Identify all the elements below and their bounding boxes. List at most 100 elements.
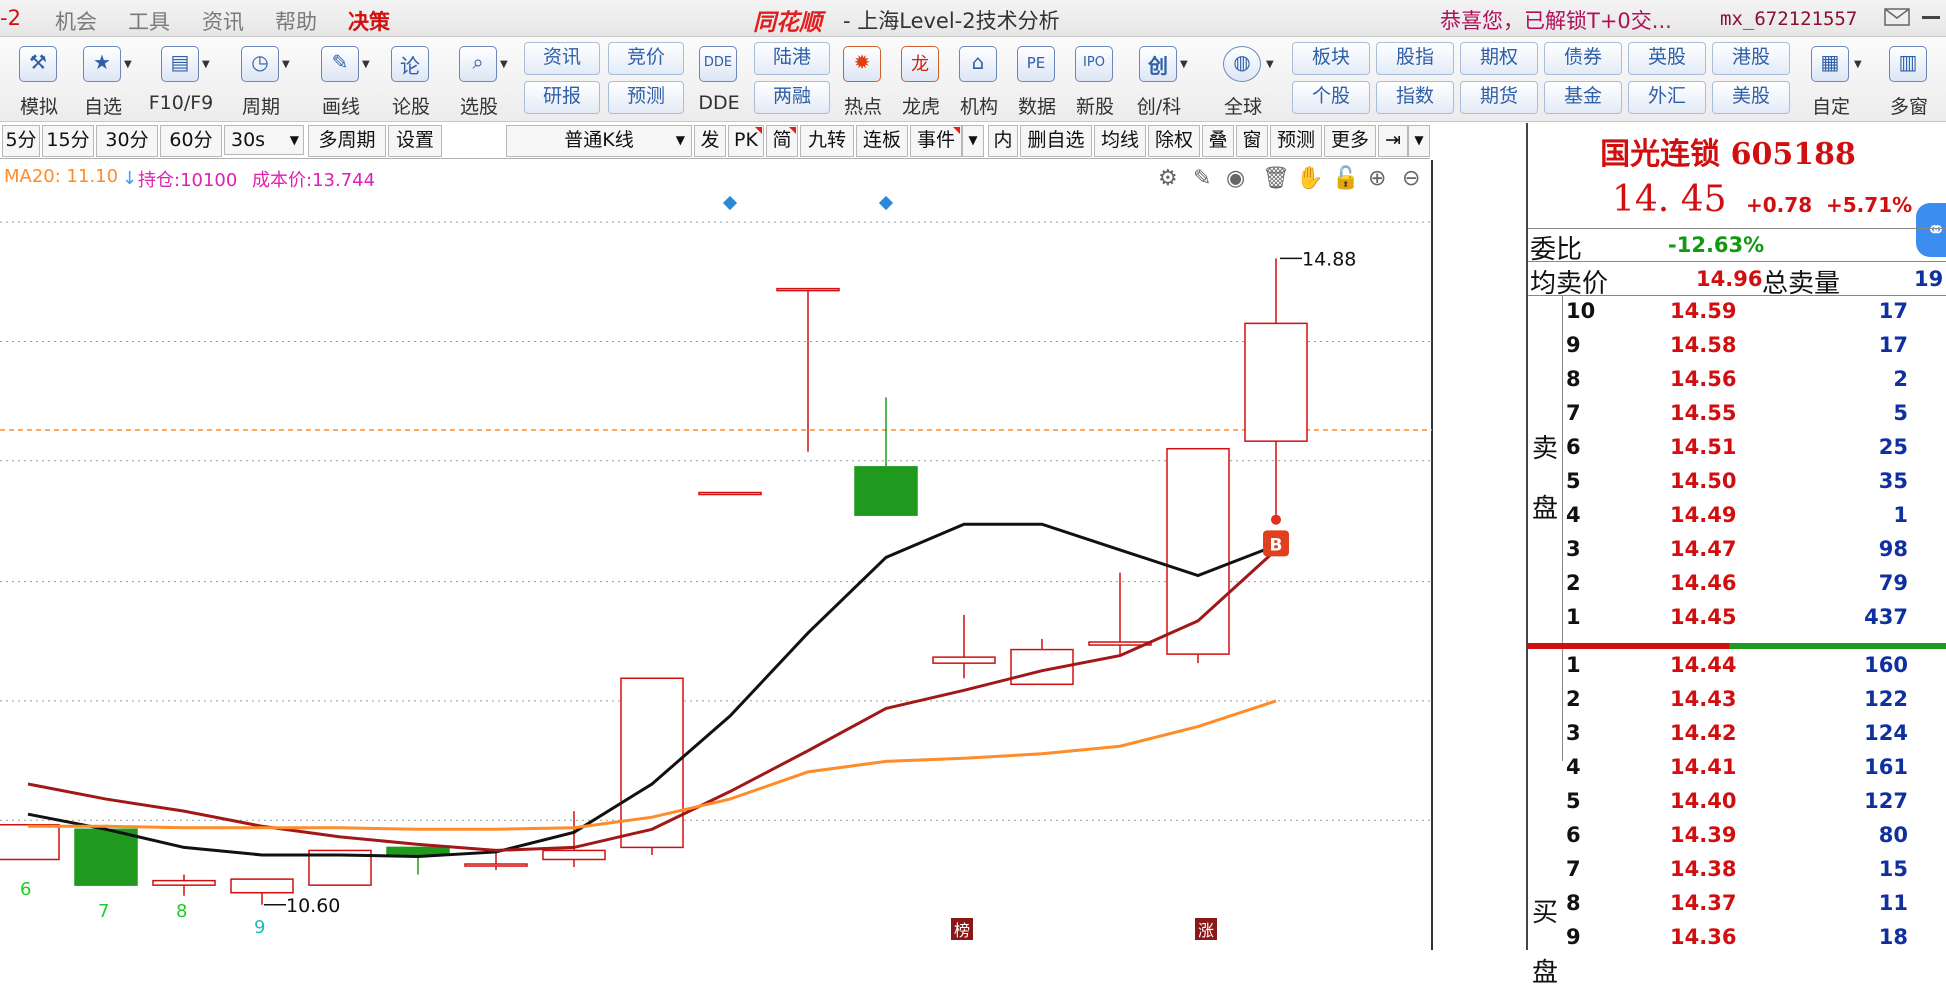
tab-remove-watchlist[interactable]: 删自选 (1020, 125, 1092, 157)
discuss-button[interactable]: 论 论股 (380, 37, 442, 119)
ask-row[interactable]: 8 14.56 2 (1564, 365, 1946, 399)
draw-line-button[interactable]: ✎ 画线 ▼ (310, 37, 372, 119)
tab-inner[interactable]: 内 (988, 125, 1018, 157)
period-5min[interactable]: 5分 (2, 125, 40, 157)
chevron-down-icon[interactable]: ▼ (1854, 59, 1862, 70)
menu-item-help[interactable]: 帮助 (275, 6, 317, 36)
tab-fa[interactable]: 发 (694, 125, 726, 157)
funds-button[interactable]: 基金 (1544, 81, 1622, 114)
tab-overlay[interactable]: 叠 (1202, 125, 1234, 157)
trash-icon[interactable]: 🗑 (1262, 166, 1290, 191)
username[interactable]: mx_672121557 (1720, 8, 1857, 30)
bid-row[interactable]: 3 14.42 124 (1564, 719, 1946, 753)
chevron-down-icon[interactable]: ▼ (124, 59, 132, 70)
multi-period-button[interactable]: 多周期 (308, 125, 386, 157)
zoom-out-icon[interactable]: ⊖ (1402, 166, 1420, 191)
stock-picker-button[interactable]: ⌕ 选股 ▼ (448, 37, 510, 119)
ask-row[interactable]: 2 14.46 79 (1564, 569, 1946, 603)
simulate-button[interactable]: ⚒ 模拟 (8, 37, 70, 119)
chevron-down-icon[interactable]: ▼ (362, 59, 370, 70)
menu-item-tools[interactable]: 工具 (128, 6, 170, 36)
tab-forecast[interactable]: 预测 (1270, 125, 1322, 157)
bid-row[interactable]: 8 14.37 11 (1564, 889, 1946, 923)
eye-icon[interactable]: ◉ (1226, 166, 1245, 191)
bid-row[interactable]: 2 14.43 122 (1564, 685, 1946, 719)
menu-item-2[interactable]: -2 (0, 6, 21, 30)
tab-more[interactable]: 更多 (1324, 125, 1376, 157)
news-button[interactable]: 资讯 (524, 42, 600, 75)
tabs-dropdown[interactable]: ▼ (962, 125, 984, 157)
period-30min[interactable]: 30分 (96, 125, 158, 157)
tab-ex-rights[interactable]: 除权 (1148, 125, 1200, 157)
futures-button[interactable]: 期货 (1460, 81, 1538, 114)
bid-row[interactable]: 9 14.36 18 (1564, 923, 1946, 957)
pen-icon[interactable]: ✎ (1193, 166, 1211, 191)
tab-simple[interactable]: 简 (766, 125, 798, 157)
forex-button[interactable]: 外汇 (1628, 81, 1706, 114)
dde-button[interactable]: DDE DDE (688, 37, 750, 119)
bid-row[interactable]: 7 14.38 15 (1564, 855, 1946, 889)
mail-icon[interactable] (1884, 8, 1910, 26)
hk-stocks-button[interactable]: 港股 (1712, 42, 1790, 75)
ask-row[interactable]: 1 14.45 437 (1564, 603, 1946, 637)
unlock-notice[interactable]: 恭喜您，已解锁T+0交... (1440, 5, 1672, 35)
ask-row[interactable]: 9 14.58 17 (1564, 331, 1946, 365)
bid-row[interactable]: 6 14.39 80 (1564, 821, 1946, 855)
bid-row[interactable]: 1 14.44 160 (1564, 651, 1946, 685)
lock-icon[interactable]: 🔓 (1332, 166, 1359, 191)
ask-row[interactable]: 7 14.55 5 (1564, 399, 1946, 433)
chevron-down-icon[interactable]: ▼ (1266, 59, 1274, 70)
options-button[interactable]: 期权 (1460, 42, 1538, 75)
stock-button[interactable]: 个股 (1292, 81, 1370, 114)
research-button[interactable]: 研报 (524, 81, 600, 114)
period-60min[interactable]: 60分 (160, 125, 222, 157)
chevron-down-icon[interactable]: ▼ (500, 59, 508, 70)
ask-row[interactable]: 10 14.59 17 (1564, 297, 1946, 331)
uk-stocks-button[interactable]: 英股 (1628, 42, 1706, 75)
bonds-button[interactable]: 债券 (1544, 42, 1622, 75)
ask-row[interactable]: 5 14.50 35 (1564, 467, 1946, 501)
ask-row[interactable]: 4 14.49 1 (1564, 501, 1946, 535)
period-15min[interactable]: 15分 (42, 125, 94, 157)
kline-chart[interactable]: 15.1214.3313.5412.7411.9511.1614.8810.60… (0, 160, 1435, 950)
chuangke-button[interactable]: 创 创/科 ▼ (1128, 37, 1190, 119)
us-stocks-button[interactable]: 美股 (1712, 81, 1790, 114)
menu-item-news[interactable]: 资讯 (202, 6, 244, 36)
tab-moving-average[interactable]: 均线 (1094, 125, 1146, 157)
chevron-down-icon[interactable]: ▼ (202, 59, 210, 70)
auction-button[interactable]: 竞价 (608, 42, 684, 75)
menu-item-decision[interactable]: 决策 (348, 6, 390, 36)
pin-right-icon[interactable]: ⇥ (1378, 125, 1408, 157)
hk-connect-button[interactable]: 陆港 (754, 42, 830, 75)
period-button[interactable]: ◷ 周期 ▼ (230, 37, 292, 119)
toolbar-more-dropdown[interactable]: ▼ (1408, 125, 1430, 157)
chevron-down-icon[interactable]: ▼ (282, 59, 290, 70)
watchlist-button[interactable]: ★ 自选 ▼ (72, 37, 134, 119)
index-button[interactable]: 指数 (1376, 81, 1454, 114)
ask-row[interactable]: 6 14.51 25 (1564, 433, 1946, 467)
kline-type-select[interactable]: 普通K线 ▼ (506, 125, 692, 157)
bid-row[interactable]: 4 14.41 161 (1564, 753, 1946, 787)
tab-pk[interactable]: PK (728, 125, 764, 157)
global-button[interactable]: ◍ 全球 ▼ (1212, 37, 1274, 119)
forecast-button[interactable]: 预测 (608, 81, 684, 114)
stock-index-button[interactable]: 股指 (1376, 42, 1454, 75)
minimize-icon[interactable] (1922, 16, 1940, 19)
menu-item-opportunity[interactable]: 机会 (55, 6, 97, 36)
chevron-down-icon[interactable]: ▼ (1180, 59, 1188, 70)
settings-gear-icon[interactable]: ⚙ (1158, 166, 1178, 191)
f10-button[interactable]: ▤ F10/F9 ▼ (149, 37, 213, 119)
ipo-button[interactable]: IPO 新股 (1064, 37, 1126, 119)
tab-events[interactable]: 事件 (910, 125, 962, 157)
tab-limit-up[interactable]: 连板 (856, 125, 908, 157)
tab-jiuzhuan[interactable]: 九转 (800, 125, 854, 157)
ask-row[interactable]: 3 14.47 98 (1564, 535, 1946, 569)
zoom-in-icon[interactable]: ⊕ (1368, 166, 1386, 191)
link-float-icon[interactable]: ⚭ (1916, 203, 1946, 257)
bid-row[interactable]: 5 14.40 127 (1564, 787, 1946, 821)
sector-button[interactable]: 板块 (1292, 42, 1370, 75)
custom-button[interactable]: ▦ 自定 ▼ (1800, 37, 1862, 119)
period-30s-select[interactable]: 30s ▼ (224, 125, 304, 155)
settings-button[interactable]: 设置 (388, 125, 442, 157)
multi-window-button[interactable]: ▥ 多窗 (1878, 37, 1940, 119)
